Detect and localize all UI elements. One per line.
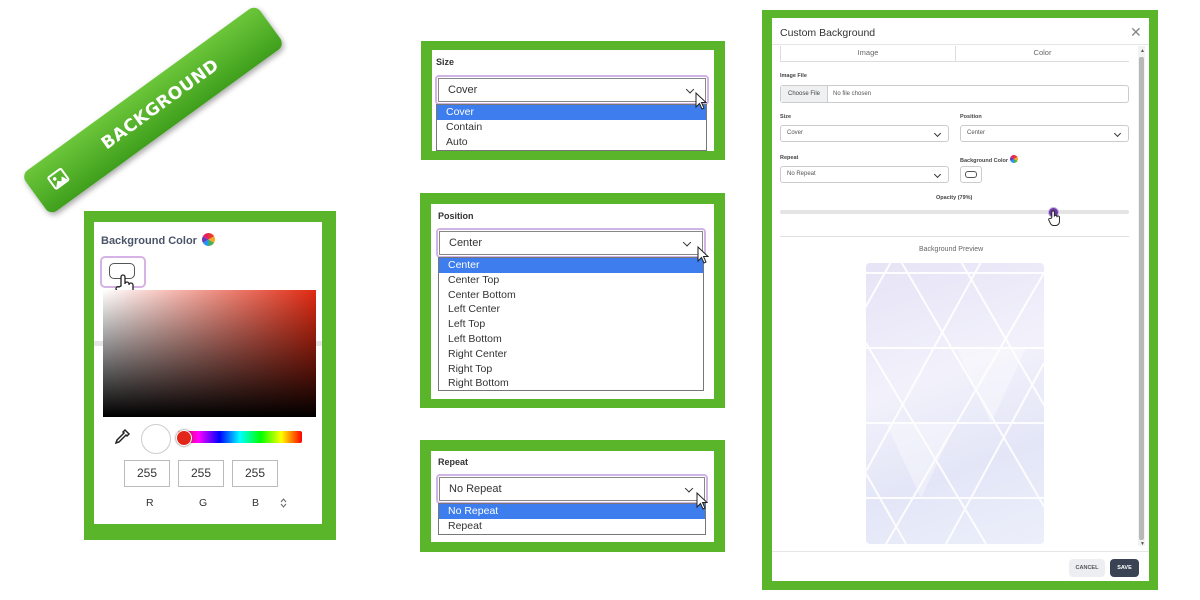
blue-input[interactable]: 255 (232, 460, 278, 487)
opacity-label: Opacity (79%) (936, 195, 973, 201)
image-icon (47, 168, 70, 190)
preview-label: Background Preview (919, 246, 984, 253)
chevron-down-icon (933, 129, 942, 138)
modal-position-select[interactable]: Center (960, 125, 1129, 142)
position-option[interactable]: Center Top (439, 273, 703, 288)
chevron-down-icon (685, 85, 695, 94)
pointer-cursor-icon (695, 92, 707, 110)
position-select[interactable]: Center (439, 231, 703, 255)
scroll-up-icon[interactable]: ▲ (1140, 48, 1145, 54)
modal-size-select[interactable]: Cover (780, 125, 949, 142)
hand-cursor-icon (1048, 210, 1060, 226)
modal-scrollbar-thumb[interactable] (1139, 57, 1144, 540)
chevron-down-icon (684, 484, 694, 493)
repeat-label: Repeat (438, 457, 469, 467)
modal-color-swatch (965, 171, 977, 178)
repeat-option[interactable]: Repeat (439, 519, 705, 534)
position-option[interactable]: Right Bottom (439, 376, 703, 391)
position-select-value: Center (449, 237, 483, 249)
repeat-select-value: No Repeat (449, 483, 502, 495)
background-preview-image (866, 263, 1044, 544)
position-option[interactable]: Left Center (439, 302, 703, 317)
chevron-down-icon (682, 238, 692, 247)
tab-color[interactable]: Color (956, 46, 1129, 62)
blue-label: B (252, 497, 260, 509)
ribbon-label: BACKGROUND (97, 55, 224, 154)
size-options-list: Cover Contain Auto (436, 104, 707, 151)
modal-bg-color-text: Background Color (960, 158, 1008, 164)
position-option[interactable]: Center (439, 258, 703, 273)
repeat-option[interactable]: No Repeat (439, 504, 705, 519)
green-label: G (199, 497, 208, 509)
chevron-down-icon (933, 170, 942, 179)
image-file-label: Image File (780, 73, 807, 79)
modal-title: Custom Background (780, 27, 876, 39)
size-label: Size (436, 57, 455, 67)
pointer-cursor-icon (697, 246, 709, 264)
close-icon[interactable]: ✕ (1130, 24, 1142, 41)
color-wheel-icon (202, 233, 215, 246)
pointer-cursor-icon (696, 492, 708, 510)
eyedropper-icon[interactable] (113, 428, 131, 446)
modal-size-label: Size (780, 114, 792, 120)
red-input[interactable]: 255 (124, 460, 170, 487)
position-option[interactable]: Center Bottom (439, 288, 703, 303)
no-file-text: No file chosen (833, 91, 872, 97)
size-option[interactable]: Contain (437, 120, 706, 135)
modal-repeat-label: Repeat (780, 155, 799, 161)
background-color-label: Background Color (101, 233, 215, 247)
modal-size-value: Cover (787, 130, 804, 136)
red-label: R (146, 497, 154, 509)
image-file-input[interactable]: Choose File No file chosen (780, 85, 1129, 103)
hue-slider[interactable] (178, 431, 302, 443)
modal-repeat-value: No Repeat (787, 171, 816, 177)
format-toggle-icon[interactable] (280, 498, 287, 508)
footer-divider (772, 551, 1149, 552)
modal-color-swatch-button[interactable] (960, 166, 982, 183)
chevron-down-icon (1113, 129, 1122, 138)
modal-repeat-select[interactable]: No Repeat (780, 166, 949, 183)
save-button[interactable]: SAVE (1110, 559, 1139, 577)
color-preview-circle (141, 424, 171, 454)
modal-bg-color-label: Background Color (960, 155, 1018, 164)
repeat-select[interactable]: No Repeat (439, 477, 705, 501)
size-option[interactable]: Auto (437, 135, 706, 150)
background-ribbon-badge: BACKGROUND (20, 4, 286, 216)
opacity-slider[interactable] (780, 210, 1129, 214)
size-option[interactable]: Cover (437, 105, 706, 120)
color-wheel-icon (1009, 155, 1018, 163)
scroll-down-icon[interactable]: ▼ (1140, 541, 1145, 547)
position-option[interactable]: Right Center (439, 347, 703, 362)
modal-position-value: Center (967, 130, 986, 136)
title-divider (772, 44, 1149, 45)
saturation-area[interactable] (103, 290, 316, 417)
position-option[interactable]: Right Top (439, 362, 703, 377)
hue-slider-thumb[interactable] (176, 430, 192, 446)
position-label: Position (438, 211, 474, 221)
position-option[interactable]: Left Bottom (439, 332, 703, 347)
repeat-options-list: No Repeat Repeat (438, 503, 706, 535)
triangle-pattern-graphic (866, 263, 1044, 544)
preview-divider (780, 236, 1129, 237)
modal-position-label: Position (960, 114, 982, 120)
choose-file-button[interactable]: Choose File (781, 86, 828, 102)
background-color-text: Background Color (101, 235, 197, 247)
tab-image[interactable]: Image (780, 46, 956, 62)
size-select[interactable]: Cover (438, 78, 706, 102)
green-input[interactable]: 255 (178, 460, 224, 487)
position-option[interactable]: Left Top (439, 317, 703, 332)
position-options-list: Center Center Top Center Bottom Left Cen… (438, 257, 704, 391)
cancel-button[interactable]: CANCEL (1069, 559, 1105, 577)
size-select-value: Cover (448, 84, 478, 96)
